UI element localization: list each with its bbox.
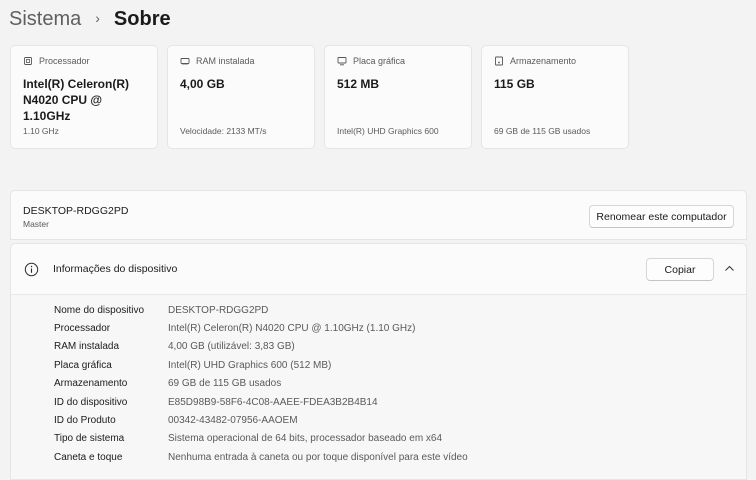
card-ram: RAM instalada 4,00 GB Velocidade: 2133 M… [167, 45, 315, 149]
card-value: Intel(R) Celeron(R) N4020 CPU @ 1.10GHz [23, 77, 129, 123]
spec-label: ID do Produto [54, 415, 116, 427]
spec-label: Processador [54, 323, 111, 335]
spec-value: Intel(R) UHD Graphics 600 (512 MB) [168, 359, 332, 371]
spec-row-graphics: Placa gráfica Intel(R) UHD Graphics 600 … [54, 356, 468, 374]
spec-value: Intel(R) Celeron(R) N4020 CPU @ 1.10GHz … [168, 323, 416, 335]
spec-label: Placa gráfica [54, 359, 112, 371]
card-value: 4,00 GB [180, 77, 225, 91]
graphics-card-icon [337, 57, 347, 66]
spec-value: 00342-43482-07956-AAOEM [168, 415, 298, 427]
spec-cards: Processador Intel(R) Celeron(R) N4020 CP… [10, 45, 629, 149]
spec-label: Caneta e toque [54, 451, 123, 463]
card-label: Armazenamento [510, 56, 577, 66]
spec-row-processor: Processador Intel(R) Celeron(R) N4020 CP… [54, 319, 468, 337]
card-graphics: Placa gráfica 512 MB Intel(R) UHD Graphi… [324, 45, 472, 149]
spec-value: 4,00 GB (utilizável: 3,83 GB) [168, 341, 295, 353]
spec-row-device-name: Nome do dispositivo DESKTOP-RDGG2PD [54, 301, 468, 319]
spec-label: Nome do dispositivo [54, 304, 145, 316]
spec-value: Nenhuma entrada à caneta ou por toque di… [168, 451, 468, 463]
spec-row-storage: Armazenamento 69 GB de 115 GB usados [54, 375, 468, 393]
card-value: 512 MB [337, 77, 380, 91]
device-specifications-header[interactable]: Informações do dispositivo Copiar [11, 244, 746, 295]
chevron-up-icon[interactable] [724, 264, 735, 273]
card-header: Processador [23, 56, 145, 66]
device-name: DESKTOP-RDGG2PD [23, 205, 129, 217]
storage-icon [495, 56, 503, 66]
spec-rows: Nome do dispositivo DESKTOP-RDGG2PD Proc… [54, 301, 468, 467]
card-header: Armazenamento [494, 56, 616, 66]
breadcrumb: Sistema › Sobre [9, 4, 171, 34]
card-storage: Armazenamento 115 GB 69 GB de 115 GB usa… [481, 45, 629, 149]
card-processor: Processador Intel(R) Celeron(R) N4020 CP… [10, 45, 158, 149]
spec-value: DESKTOP-RDGG2PD [168, 304, 269, 316]
spec-label: ID do dispositivo [54, 396, 128, 408]
card-label: Processador [39, 56, 90, 66]
card-subtext: Intel(R) UHD Graphics 600 [337, 126, 439, 136]
spec-label: Tipo de sistema [54, 433, 125, 445]
card-subtext: Velocidade: 2133 MT/s [180, 126, 267, 136]
card-subtext: 69 GB de 115 GB usados [494, 126, 591, 136]
page-title: Sobre [113, 7, 171, 30]
copy-button[interactable]: Copiar [646, 258, 714, 281]
spec-row-system-type: Tipo de sistema Sistema operacional de 6… [54, 430, 468, 448]
info-icon [24, 262, 39, 277]
breadcrumb-separator-icon: › [95, 10, 100, 26]
card-header: Placa gráfica [337, 56, 459, 66]
ram-icon [180, 58, 190, 65]
spec-label: Armazenamento [54, 378, 128, 390]
card-subtext: 1.10 GHz [23, 126, 59, 136]
device-specifications-panel: Informações do dispositivo Copiar Nome d… [10, 243, 747, 480]
card-value: 115 GB [494, 77, 535, 91]
breadcrumb-parent-sistema[interactable]: Sistema [9, 8, 81, 31]
spec-value: 69 GB de 115 GB usados [168, 378, 282, 390]
rename-pc-button[interactable]: Renomear este computador [589, 205, 734, 228]
device-name-panel: DESKTOP-RDGG2PD Master Renomear este com… [10, 190, 747, 240]
spec-row-ram: RAM instalada 4,00 GB (utilizável: 3,83 … [54, 338, 468, 356]
card-label: RAM instalada [196, 56, 255, 66]
spec-row-device-id: ID do dispositivo E85D98B9-58F6-4C08-AAE… [54, 393, 468, 411]
device-subtitle: Master [23, 219, 49, 229]
processor-icon [24, 57, 32, 65]
device-specifications-title: Informações do dispositivo [53, 263, 178, 275]
card-header: RAM instalada [180, 56, 302, 66]
spec-value: Sistema operacional de 64 bits, processa… [168, 433, 443, 445]
spec-row-pen-touch: Caneta e toque Nenhuma entrada à caneta … [54, 448, 468, 466]
spec-row-product-id: ID do Produto 00342-43482-07956-AAOEM [54, 411, 468, 429]
card-label: Placa gráfica [353, 56, 406, 66]
spec-value: E85D98B9-58F6-4C08-AAEE-FDEA3B2B4B14 [168, 396, 378, 408]
spec-label: RAM instalada [54, 341, 120, 353]
